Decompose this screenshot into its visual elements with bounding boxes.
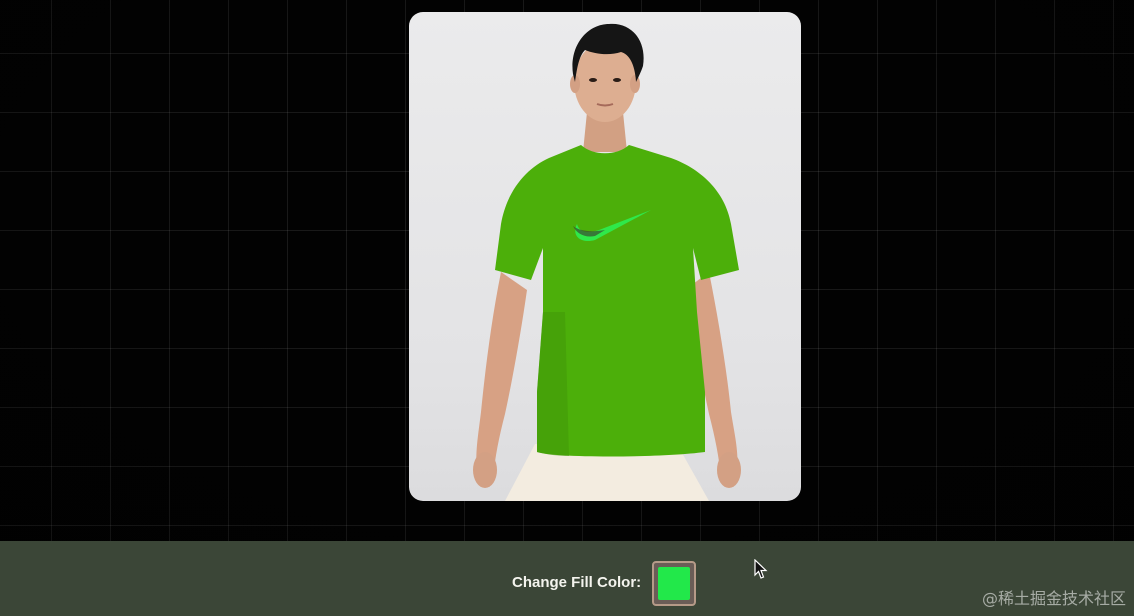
left-arm: [476, 272, 527, 478]
left-eye: [589, 78, 597, 82]
right-hand: [717, 452, 741, 488]
tshirt-preview-image: [409, 12, 801, 501]
fill-color-picker[interactable]: [652, 561, 696, 606]
fill-color-label: Change Fill Color:: [512, 574, 642, 591]
tshirt-shading: [537, 312, 569, 456]
model-illustration: [473, 23, 741, 501]
watermark: @稀土掘金技术社区: [981, 589, 1126, 608]
mouse-pointer-icon: [754, 559, 768, 579]
left-hand: [473, 452, 497, 488]
right-eye: [613, 78, 621, 82]
fill-color-swatch: [658, 567, 690, 600]
right-ear: [630, 75, 640, 93]
